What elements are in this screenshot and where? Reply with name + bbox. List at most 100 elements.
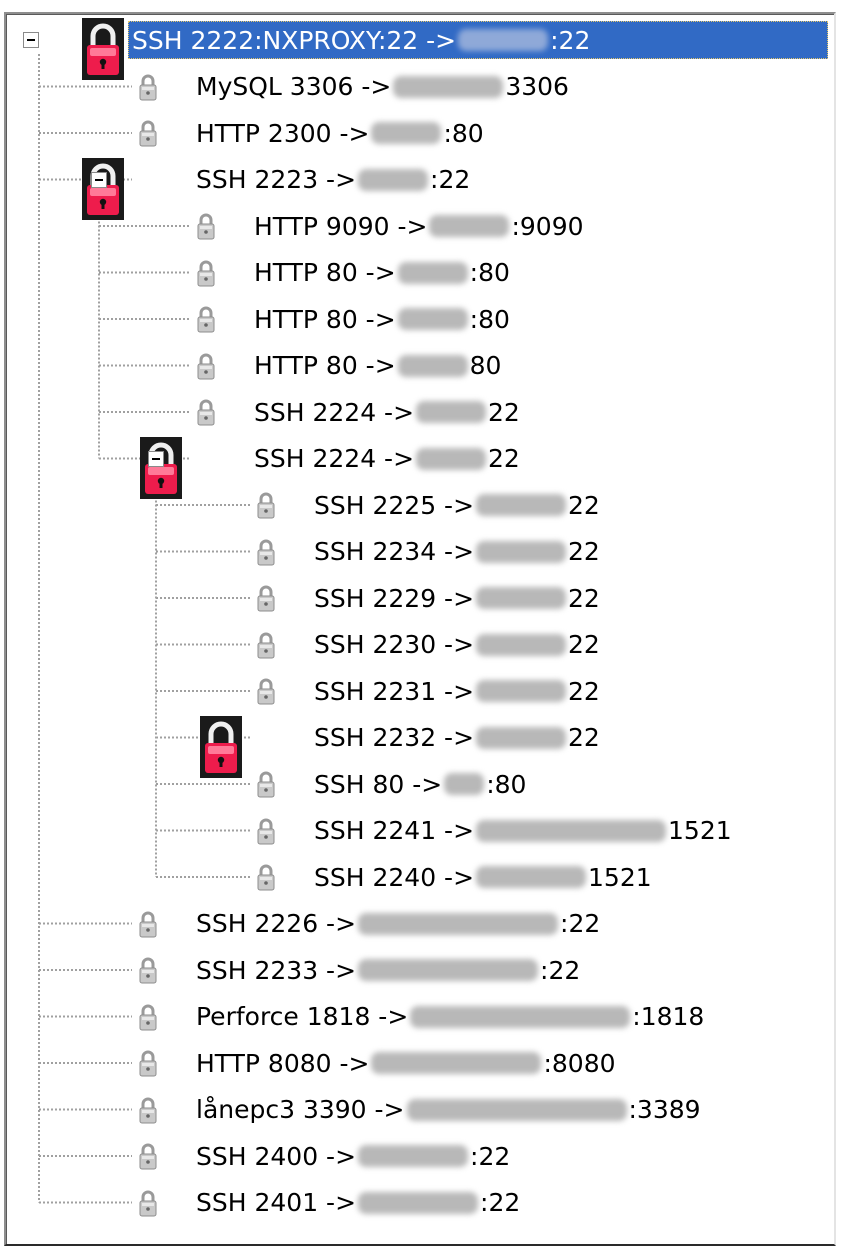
tunnel-name: SSH 2229 -> (314, 583, 475, 613)
lock-inactive-icon (137, 1188, 159, 1222)
tree-row[interactable]: SSH 2229 -> 22 (310, 576, 604, 620)
tree-row-label: HTTP 8080 ->:8080 (192, 1044, 620, 1082)
tree-row[interactable]: HTTP 80 ->:80 (250, 251, 514, 295)
tree-row[interactable]: SSH 2230 -> 22 (310, 623, 604, 667)
collapse-minus-icon[interactable] (23, 32, 39, 48)
tree-row[interactable]: HTTP 80 -> 80 (250, 344, 505, 388)
tunnel-port: :22 (430, 165, 471, 194)
tunnel-port: :22 (470, 1141, 511, 1171)
tunnel-name: SSH 2225 -> (314, 490, 475, 520)
tunnel-port: 22 (568, 723, 600, 752)
lock-inactive-icon (137, 1095, 159, 1129)
redacted-host (371, 1052, 542, 1074)
tree-row-label: HTTP 80 -> 80 (250, 347, 505, 385)
tree-row-label: SSH 2233 ->:22 (192, 951, 584, 989)
tree-row[interactable]: SSH 2233 ->:22 (192, 948, 584, 992)
tunnel-port: 22 (568, 583, 600, 613)
tree-row-label: SSH 2224 -> 22 (250, 440, 524, 478)
lock-inactive-icon (137, 72, 159, 106)
tunnel-name: SSH 2223 -> (196, 165, 357, 194)
tree-row[interactable]: SSH 2241 -> 1521 (310, 809, 736, 853)
tree-row[interactable]: SSH 2224 -> 22 (250, 437, 524, 481)
redacted-host (397, 354, 468, 377)
tree-row[interactable]: SSH 2226 ->:22 (192, 902, 604, 946)
redacted-host (358, 168, 429, 191)
tree-row-label: Perforce 1818 ->:1818 (192, 998, 708, 1036)
redacted-host (476, 866, 587, 888)
tree-row[interactable]: SSH 2224 -> 22 (250, 390, 524, 434)
tunnel-port: :3389 (628, 1095, 701, 1124)
redacted-host (476, 587, 567, 609)
tunnel-port: :80 (469, 304, 510, 334)
tree-row[interactable]: SSH 2223 -> :22 (192, 158, 474, 202)
tree-row-label: SSH 2231 -> 22 (310, 672, 604, 710)
tunnel-port: :22 (480, 1188, 521, 1217)
tree-row-label: SSH 2232 -> 22 (310, 719, 604, 757)
redacted-host (358, 1145, 469, 1167)
lock-active-icon (200, 715, 242, 782)
tunnel-port: 22 (568, 676, 600, 706)
tunnel-port: :8080 (543, 1048, 616, 1078)
tunnel-name: Perforce 1818 -> (196, 1002, 409, 1031)
tunnel-name: HTTP 2300 -> (196, 118, 370, 148)
tunnel-name: SSH 2233 -> (196, 955, 357, 985)
tree-row[interactable]: SSH 2240 -> 1521 (310, 855, 656, 899)
redacted-host (371, 122, 442, 144)
tree-row-label: SSH 2234 -> 22 (310, 533, 604, 571)
tunnel-name: SSH 2401 -> (196, 1188, 357, 1217)
tunnel-name: SSH 2224 -> (254, 397, 415, 427)
tree-row[interactable]: SSH 2222:NXPROXY:22 ->:22 (128, 18, 828, 62)
tree-row-label: SSH 2229 -> 22 (310, 579, 604, 617)
tunnel-port: 1521 (588, 862, 652, 892)
tree-row-label: SSH 2230 -> 22 (310, 626, 604, 664)
redacted-host (476, 680, 567, 702)
tree-row-label: HTTP 80 -> :80 (250, 300, 514, 338)
redacted-host (397, 261, 468, 284)
tree-row-label: HTTP 2300 ->:80 (192, 114, 488, 152)
tree-row[interactable]: SSH 2232 -> 22 (310, 716, 604, 760)
redacted-host (429, 215, 510, 237)
lock-inactive-icon (255, 862, 277, 896)
tree-row[interactable]: SSH 2231 -> 22 (310, 669, 604, 713)
lock-inactive-icon (255, 490, 277, 524)
redacted-host (358, 959, 539, 981)
tunnel-name: SSH 2241 -> (314, 816, 475, 845)
tree-row[interactable]: SSH 2234 -> 22 (310, 530, 604, 574)
redacted-host (458, 29, 549, 51)
tree-row[interactable]: SSH 2400 -> :22 (192, 1134, 514, 1178)
tunnel-name: HTTP 80 -> (254, 304, 396, 334)
tree-row[interactable]: HTTP 2300 ->:80 (192, 111, 488, 155)
tunnel-name: SSH 2230 -> (314, 630, 475, 659)
lock-active-icon (140, 436, 182, 503)
tree-row[interactable]: SSH 80 ->:80 (310, 762, 530, 806)
tunnel-name: SSH 2222:NXPROXY:22 -> (132, 25, 457, 55)
tree-row[interactable]: MySQL 3306 -> 3306 (192, 65, 573, 109)
tree-row[interactable]: SSH 2401 -> :22 (192, 1181, 524, 1225)
tree-row[interactable]: HTTP 8080 ->:8080 (192, 1041, 620, 1085)
tree-row[interactable]: SSH 2225 -> 22 (310, 483, 604, 527)
collapse-minus-icon[interactable] (148, 450, 164, 467)
tunnel-tree-view[interactable]: SSH 2222:NXPROXY:22 ->:22 MySQL 3306 -> 3… (4, 12, 836, 1246)
tunnel-name: MySQL 3306 -> (196, 72, 392, 101)
lock-inactive-icon (255, 537, 277, 571)
tunnel-port: :9090 (511, 211, 584, 241)
tunnel-name: HTTP 9090 -> (254, 211, 428, 241)
lock-inactive-icon (195, 211, 217, 245)
tunnel-name: HTTP 80 -> (254, 351, 396, 380)
tree-row[interactable]: HTTP 9090 -> :9090 (250, 204, 588, 248)
collapse-minus-icon[interactable] (91, 171, 107, 188)
redacted-host (393, 75, 504, 98)
lock-inactive-icon (137, 955, 159, 989)
tunnel-name: SSH 2400 -> (196, 1141, 357, 1171)
redacted-host (406, 1098, 627, 1121)
tree-row[interactable]: HTTP 80 -> :80 (250, 297, 514, 341)
lock-inactive-icon (195, 258, 217, 292)
lock-active-icon (82, 157, 124, 224)
tunnel-port: 80 (469, 351, 502, 380)
tree-row-label: SSH 2241 -> 1521 (310, 812, 736, 850)
tree-row[interactable]: lånepc3 3390 -> :3389 (192, 1088, 705, 1132)
lock-active-icon (82, 18, 124, 84)
tree-row-label: SSH 2223 -> :22 (192, 161, 474, 199)
tree-row[interactable]: Perforce 1818 ->:1818 (192, 995, 708, 1039)
tunnel-name: lånepc3 3390 -> (196, 1095, 405, 1124)
